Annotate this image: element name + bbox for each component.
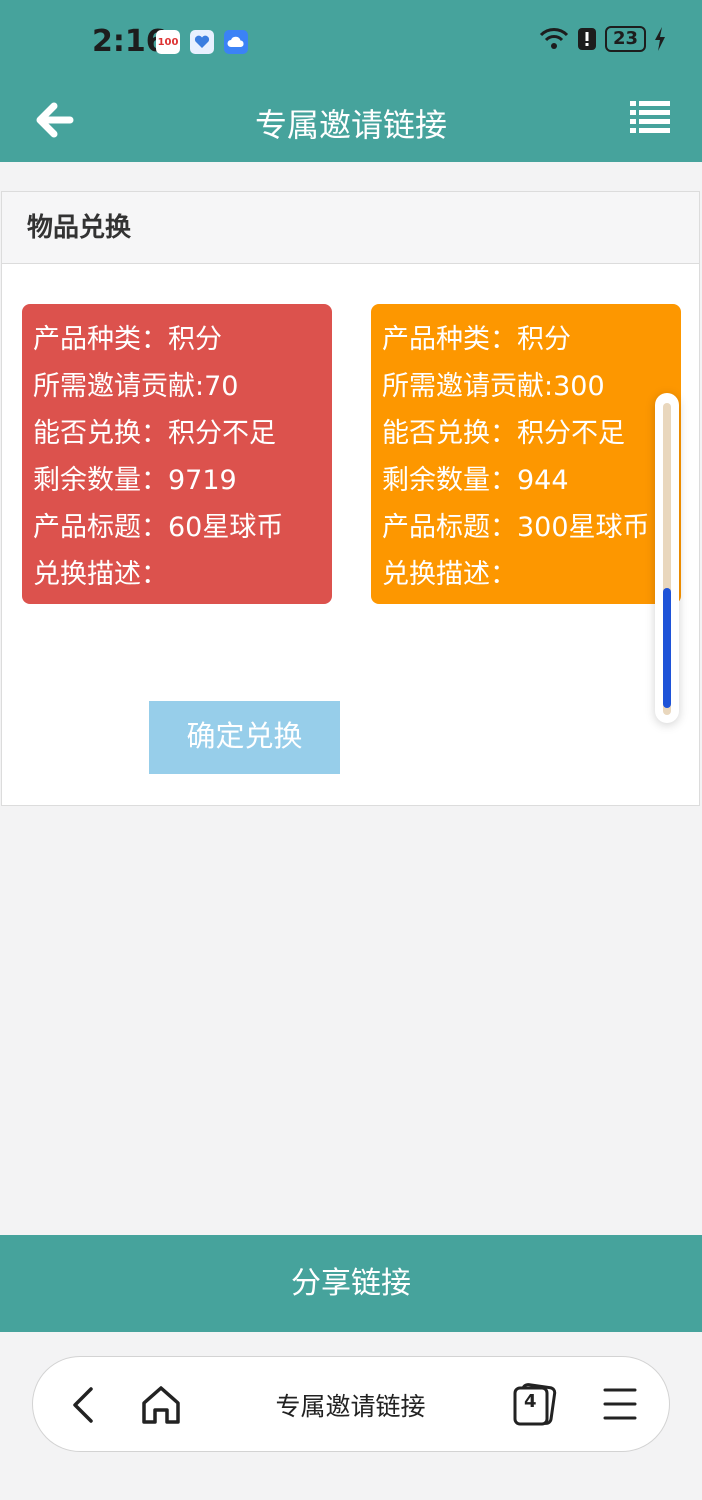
notification-heart-icon [190,30,214,54]
card-line-category: 产品种类：积分 [33,324,222,355]
wifi-icon [539,28,569,49]
notification-cloud-icon [224,30,248,54]
panel-title: 物品兑换 [2,192,699,264]
browser-toolbar: 专属邀请链接 4 [32,1356,670,1452]
browser-back-icon[interactable] [69,1385,97,1425]
charging-icon [655,27,665,51]
exchange-card-60[interactable]: 产品种类：积分 所需邀请贡献:70 能否兑换：积分不足 剩余数量：9719 产品… [22,304,332,604]
tab-count: 4 [524,1391,537,1412]
app-header: 专属邀请链接 [0,80,702,162]
card-line-description: 兑换描述： [33,559,168,590]
confirm-exchange-button[interactable]: 确定兑换 [149,701,340,774]
card-line-description: 兑换描述： [382,559,517,590]
status-right-group: 23 [539,26,666,52]
card-line-eligibility: 能否兑换：积分不足 [382,418,625,449]
browser-page-title[interactable]: 专属邀请链接 [213,1387,488,1423]
scroll-thumb[interactable] [663,588,671,708]
alert-icon [577,28,596,50]
card-line-remaining: 剩余数量：944 [382,465,569,496]
exchange-card-300[interactable]: 产品种类：积分 所需邀请贡献:300 能否兑换：积分不足 剩余数量：944 产品… [371,304,681,604]
card-line-remaining: 剩余数量：9719 [33,465,237,496]
card-line-product-title: 产品标题：60星球币 [33,512,284,543]
card-line-eligibility: 能否兑换：积分不足 [33,418,276,449]
card-line-category: 产品种类：积分 [382,324,571,355]
share-link-button[interactable]: 分享链接 [0,1235,702,1332]
battery-indicator: 23 [604,26,646,52]
scroll-handle[interactable] [655,393,679,723]
exchange-panel: 物品兑换 产品种类：积分 所需邀请贡献:70 能否兑换：积分不足 剩余数量：97… [1,191,700,806]
status-bar: 2:16 100 23 [0,0,702,80]
home-icon[interactable] [139,1383,183,1427]
card-line-required: 所需邀请贡献:70 [33,371,239,402]
hamburger-menu-icon[interactable] [603,1387,637,1421]
card-line-product-title: 产品标题：300星球币 [382,512,650,543]
card-line-required: 所需邀请贡献:300 [382,371,605,402]
notification-app-icon: 100 [156,30,180,54]
page-title: 专属邀请链接 [254,106,447,144]
list-menu-icon[interactable] [630,100,670,134]
